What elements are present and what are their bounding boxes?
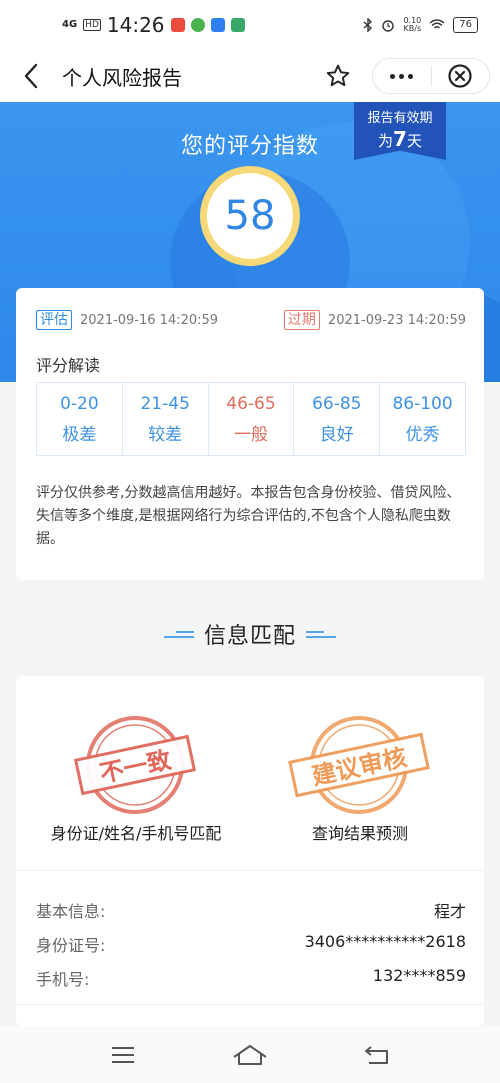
bluetooth-icon bbox=[363, 18, 373, 32]
range-cell: 21-45 较差 bbox=[123, 383, 209, 455]
status-right: 0.10 KB/s 76 bbox=[363, 17, 478, 33]
report-dates: 评估 2021-09-16 14:20:59 过期 2021-09-23 14:… bbox=[36, 310, 466, 330]
match-label-left: 身份证/姓名/手机号匹配 bbox=[50, 824, 222, 843]
return-icon bbox=[364, 1045, 388, 1064]
range-label: 极差 bbox=[62, 424, 97, 445]
wifi-icon bbox=[429, 19, 445, 29]
app-notification-icon bbox=[210, 18, 225, 32]
range-label: 较差 bbox=[148, 424, 183, 445]
review-stamp: 建议审核 bbox=[284, 710, 434, 820]
range-cell: 86-100 优秀 bbox=[380, 383, 465, 455]
menu-icon bbox=[112, 1046, 135, 1063]
info-value: 132****859 bbox=[372, 966, 466, 985]
validity-line2: 为7天 bbox=[354, 127, 446, 151]
section-decor-right bbox=[306, 630, 336, 638]
range-cell: 66-85 良好 bbox=[294, 383, 381, 455]
menu-button[interactable] bbox=[98, 1035, 148, 1075]
score-ring: 58 bbox=[200, 166, 300, 266]
net-speed: 0.10 KB/s bbox=[403, 17, 421, 33]
home-icon bbox=[233, 1044, 267, 1065]
range-cell: 0-20 极差 bbox=[37, 383, 123, 455]
eval-date: 评估 2021-09-16 14:20:59 bbox=[36, 310, 218, 330]
section-header: 信息匹配 bbox=[0, 618, 500, 650]
divider bbox=[16, 870, 484, 871]
info-key: 手机号: bbox=[36, 970, 90, 989]
info-key: 身份证号: bbox=[36, 936, 106, 955]
battery-indicator: 76 bbox=[453, 17, 478, 33]
range-value: 66-85 bbox=[312, 393, 362, 414]
app-notification-icon bbox=[170, 18, 185, 32]
alarm-icon bbox=[382, 20, 395, 32]
expire-time: 2021-09-23 14:20:59 bbox=[327, 312, 466, 328]
range-label: 一般 bbox=[233, 424, 268, 445]
score-note: 评分仅供参考,分数越高信用越好。本报告包含身份校验、借贷风险、失信等多个维度,是… bbox=[36, 485, 461, 547]
validity-prefix: 为 bbox=[378, 132, 394, 150]
match-label-right: 查询结果预测 bbox=[311, 824, 408, 843]
status-time: 14:26 bbox=[106, 13, 165, 37]
section-decor-left bbox=[163, 630, 194, 638]
page-title: 个人风险报告 bbox=[62, 65, 182, 90]
hd-badge: HD bbox=[83, 19, 101, 31]
chevron-left-icon bbox=[24, 63, 38, 89]
favorite-button[interactable] bbox=[316, 54, 360, 98]
info-value: 3406**********2618 bbox=[304, 932, 466, 951]
net-speed-unit: KB/s bbox=[403, 24, 422, 33]
mismatch-stamp: 不一致 bbox=[60, 710, 210, 820]
close-circle-icon bbox=[448, 64, 472, 88]
system-nav-bar bbox=[0, 1026, 500, 1083]
score-value: 58 bbox=[207, 173, 293, 259]
report-card: 评估 2021-09-16 14:20:59 过期 2021-09-23 14:… bbox=[16, 288, 484, 580]
validity-suffix: 天 bbox=[406, 132, 422, 150]
divider bbox=[16, 1004, 484, 1005]
info-row-idcard: 身份证号: 3406**********2618 bbox=[36, 932, 466, 956]
range-value: 0-20 bbox=[60, 393, 99, 414]
home-button[interactable] bbox=[225, 1035, 275, 1075]
expire-tag: 过期 bbox=[283, 310, 320, 330]
star-icon bbox=[326, 64, 350, 87]
eval-time: 2021-09-16 14:20:59 bbox=[80, 312, 219, 328]
info-row-phone: 手机号: 132****859 bbox=[36, 966, 466, 990]
range-value: 21-45 bbox=[140, 393, 190, 414]
back-nav-button[interactable] bbox=[352, 1035, 402, 1075]
validity-days: 7 bbox=[393, 127, 407, 151]
expire-date: 过期 2021-09-23 14:20:59 bbox=[283, 310, 466, 330]
section-title: 信息匹配 bbox=[203, 624, 296, 649]
validity-line1: 报告有效期 bbox=[367, 111, 433, 126]
info-value: 程才 bbox=[433, 902, 466, 921]
nav-bar: 个人风险报告 bbox=[0, 50, 500, 102]
close-button[interactable] bbox=[432, 63, 490, 89]
range-cell-current: 46-65 一般 bbox=[209, 383, 295, 455]
range-label: 优秀 bbox=[405, 424, 440, 445]
wechat-icon bbox=[190, 18, 205, 32]
interp-title: 评分解读 bbox=[36, 356, 101, 375]
match-card: 不一致 建议审核 身份证/姓名/手机号匹配 查询结果预测 基本信息: 程才 身份… bbox=[16, 676, 484, 1026]
range-value: 86-100 bbox=[392, 393, 453, 414]
info-row-basic: 基本信息: 程才 bbox=[36, 898, 466, 922]
eval-tag: 评估 bbox=[36, 310, 72, 330]
status-left: 4G HD 14:26 bbox=[62, 13, 245, 37]
info-key: 基本信息: bbox=[36, 902, 106, 921]
range-label: 良好 bbox=[319, 424, 354, 445]
app-notification-icon bbox=[230, 18, 245, 32]
range-value: 46-65 bbox=[226, 393, 276, 414]
more-button[interactable] bbox=[373, 73, 431, 79]
signal-indicator: 4G bbox=[62, 19, 78, 30]
status-bar: 4G HD 14:26 0.10 KB/s 76 bbox=[0, 0, 500, 50]
back-button[interactable] bbox=[6, 50, 56, 102]
score-range-table: 0-20 极差 21-45 较差 46-65 一般 66-85 良好 86-100 优秀 bbox=[36, 382, 466, 456]
mini-program-capsule bbox=[372, 58, 490, 94]
